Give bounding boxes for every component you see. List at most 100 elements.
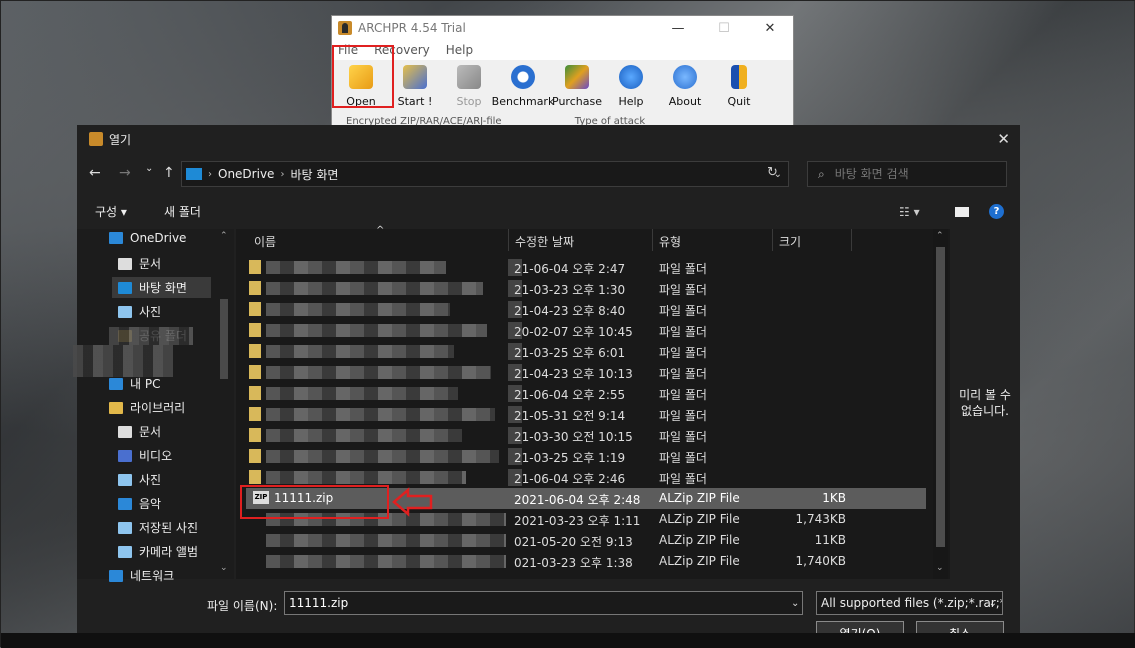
column-size[interactable]: 크기 [779,233,801,250]
recent-locations-icon[interactable]: ⌄ [145,163,153,174]
file-size: 1KB [822,491,846,505]
folder-icon [249,260,261,274]
organize-button[interactable]: 구성 ▾ [95,203,127,220]
filename-input[interactable] [284,591,803,615]
maximize-button[interactable]: ☐ [701,21,747,36]
back-arrow-icon[interactable]: ← [89,165,101,181]
nav-item-12[interactable]: 카메라 앨범 [118,543,198,560]
sort-up-icon: ^ [376,225,385,236]
nav-item-2[interactable]: 바탕 화면 [112,277,211,298]
breadcrumb-desktop[interactable]: 바탕 화면 [290,166,338,183]
scroll-up-icon[interactable]: ⌃ [936,231,944,241]
table-row[interactable]: 21-06-04 오후 2:55 파일 폴더 [246,383,926,404]
blurred-file-name [266,282,483,295]
file-type: 파일 폴더 [659,430,707,444]
preview-pane-icon[interactable] [955,207,969,217]
about-button[interactable]: About [658,65,712,110]
archpr-window: ARCHPR 4.54 Trial — ☐ ✕ File Recovery He… [331,15,794,127]
table-row[interactable]: 21-03-23 오후 1:30 파일 폴더 [246,278,926,299]
table-row[interactable]: 21-06-04 오후 2:47 파일 폴더 [246,257,926,278]
nav-item-3[interactable]: 사진 [118,303,161,320]
nav-item-9[interactable]: 사진 [118,471,161,488]
nav-item-13[interactable]: 네트워크 [109,567,174,584]
nav-item-5[interactable]: 내 PC [109,375,160,392]
view-options-icon[interactable]: ☷ ▾ [899,205,920,219]
scroll-down-icon[interactable]: ⌄ [220,563,228,573]
column-divider [772,229,773,251]
address-bar[interactable]: › OneDrive › 바탕 화면 ⌄ [181,161,789,187]
table-row[interactable]: 21-03-25 오후 6:01 파일 폴더 [246,341,926,362]
search-input[interactable] [832,166,987,182]
nav-scrollbar[interactable]: ⌃ ⌄ [217,229,231,579]
blurred-file-name [266,471,466,484]
scroll-down-icon[interactable]: ⌄ [936,563,944,573]
purchase-button[interactable]: Purchase [550,65,604,110]
file-type: ALZip ZIP File [659,491,740,505]
stop-label: Stop [456,95,482,108]
help-button[interactable]: Help [604,65,658,110]
file-list-scroll-thumb[interactable] [936,247,945,547]
music-icon [118,497,132,510]
nav-item-0[interactable]: OneDrive [109,231,186,245]
archpr-app-icon [338,21,352,35]
minimize-button[interactable]: — [655,21,701,36]
start-button[interactable]: Start ! [388,65,442,110]
file-type: 파일 폴더 [659,472,707,486]
file-list-scrollbar[interactable]: ⌃ ⌄ [933,229,948,579]
nav-item-8[interactable]: 비디오 [118,447,172,464]
table-row[interactable]: 021-03-23 오후 1:38 ALZip ZIP File 1,740KB [246,551,926,572]
help-circle-icon[interactable]: ? [989,204,1004,219]
blurred-file-name [266,261,446,274]
file-type: 파일 폴더 [659,304,707,318]
archpr-titlebar: ARCHPR 4.54 Trial — ☐ ✕ [332,16,793,40]
file-date: 21-06-04 오후 2:55 [514,388,626,402]
column-type[interactable]: 유형 [659,233,681,250]
zip-highlight-box [240,485,389,519]
filename-label: 파일 이름(N): [207,599,278,613]
blurred-file-name [266,534,506,547]
close-button[interactable]: ✕ [747,21,793,36]
nav-item-7[interactable]: 문서 [118,423,161,440]
document-icon [118,425,132,438]
folder-icon [249,407,261,421]
nav-item-label: 네트워크 [130,569,175,583]
forward-arrow-icon[interactable]: → [119,165,131,181]
blurred-file-name [266,555,506,568]
refresh-icon[interactable]: ↻ [767,165,778,180]
folder-icon [249,386,261,400]
table-row[interactable]: 21-05-31 오전 9:14 파일 폴더 [246,404,926,425]
column-name[interactable]: 이름 [254,233,276,250]
nav-item-10[interactable]: 음악 [118,495,161,512]
table-row[interactable]: 21-04-23 오후 8:40 파일 폴더 [246,299,926,320]
new-folder-button[interactable]: 새 폴더 [164,203,201,220]
nav-item-6[interactable]: 라이브러리 [109,399,185,416]
purchase-label: Purchase [552,95,602,108]
menu-help[interactable]: Help [446,43,473,57]
stop-button[interactable]: Stop [442,65,496,110]
column-divider [508,229,509,251]
table-row[interactable]: 21-03-30 오전 10:15 파일 폴더 [246,425,926,446]
nav-item-label: OneDrive [130,231,187,245]
table-row[interactable]: 021-05-20 오전 9:13 ALZip ZIP File 11KB [246,530,926,551]
filename-dropdown-icon[interactable]: ⌄ [791,598,799,609]
blurred-file-name [266,450,499,463]
table-row[interactable]: 21-03-25 오후 1:19 파일 폴더 [246,446,926,467]
search-box[interactable]: ⌕ [807,161,1007,187]
nav-item-1[interactable]: 문서 [118,255,161,272]
nav-scroll-thumb[interactable] [220,299,228,379]
nav-item-11[interactable]: 저장된 사진 [118,519,198,536]
breadcrumb-separator: › [208,168,212,180]
file-type: 파일 폴더 [659,409,707,423]
table-row[interactable]: 20-02-07 오후 10:45 파일 폴더 [246,320,926,341]
benchmark-button[interactable]: Benchmark [492,65,554,110]
breadcrumb-onedrive[interactable]: OneDrive [218,167,274,181]
scroll-up-icon[interactable]: ⌃ [220,231,228,241]
file-date: 21-04-23 오후 8:40 [514,304,626,318]
quit-door-icon [731,65,747,89]
column-date[interactable]: 수정한 날짜 [515,233,574,250]
file-type-filter[interactable]: All supported files (*.zip;*.rar;*. ⌄ [816,591,1003,615]
up-arrow-icon[interactable]: ↑ [163,165,175,181]
quit-button[interactable]: Quit [712,65,766,110]
dialog-close-icon[interactable]: ✕ [997,130,1010,148]
table-row[interactable]: 21-04-23 오후 10:13 파일 폴더 [246,362,926,383]
